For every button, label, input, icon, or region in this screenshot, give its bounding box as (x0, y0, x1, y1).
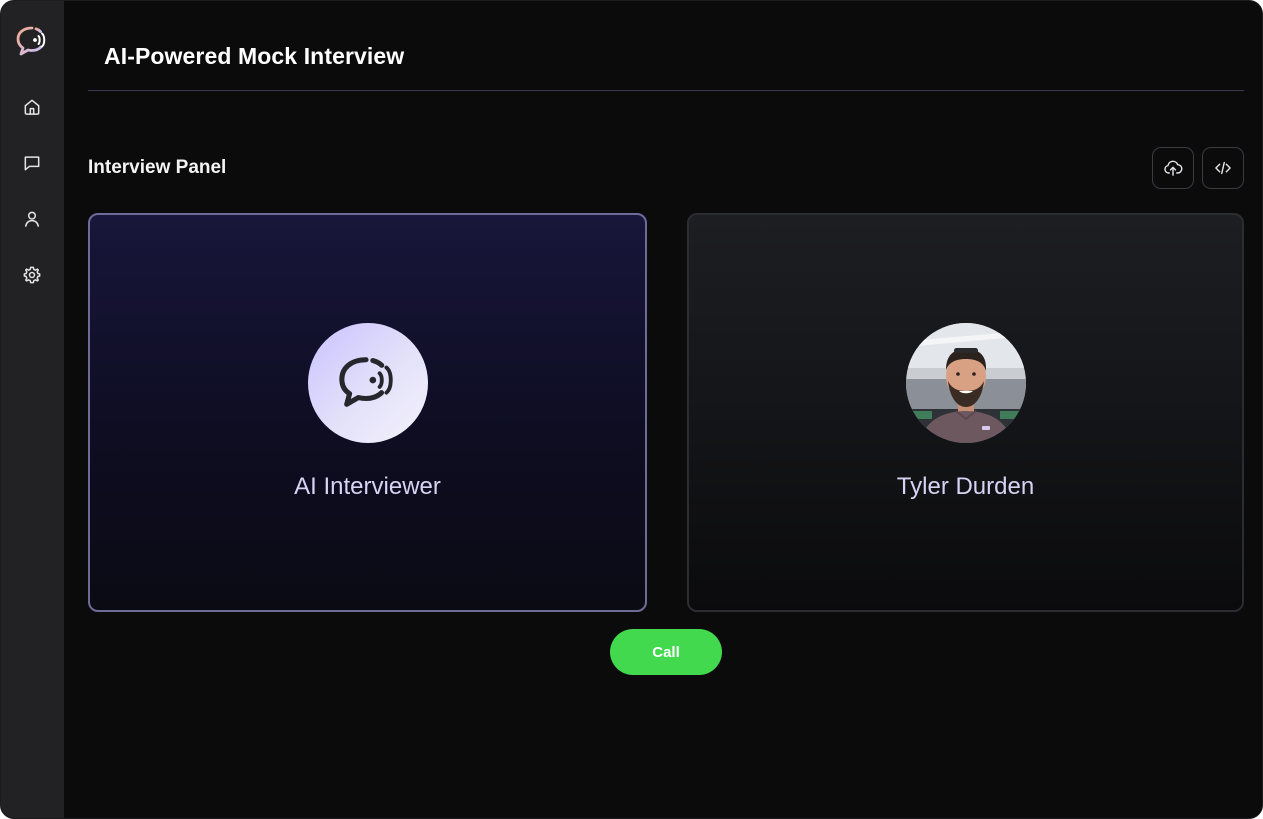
call-button[interactable]: Call (610, 629, 722, 675)
candidate-name: Tyler Durden (896, 473, 1035, 500)
user-icon (25, 211, 39, 227)
code-icon (1215, 161, 1231, 175)
page-title: AI-Powered Mock Interview (104, 43, 405, 69)
candidate-card[interactable]: Tyler Durden (687, 213, 1244, 612)
upload-button[interactable] (1152, 147, 1194, 189)
ai-interviewer-name: AI Interviewer (294, 473, 441, 500)
gear-icon (23, 266, 41, 284)
code-button[interactable] (1202, 147, 1244, 189)
cloud-upload-icon (1164, 160, 1183, 176)
chat-voice-icon (338, 357, 393, 407)
home-icon (24, 99, 40, 115)
sidebar (1, 1, 64, 818)
message-square-icon (24, 156, 40, 171)
sidebar-item-profile[interactable] (17, 204, 47, 234)
header-divider (88, 90, 1244, 91)
user-photo-avatar (905, 323, 1026, 443)
sidebar-item-chat[interactable] (17, 148, 47, 178)
app-window: AI-Powered Mock Interview Interview Pane… (0, 0, 1263, 819)
panel-title: Interview Panel (88, 157, 227, 178)
ai-interviewer-card[interactable]: AI Interviewer (88, 213, 647, 612)
sidebar-item-settings[interactable] (17, 260, 47, 290)
chat-voice-logo-icon[interactable] (15, 25, 49, 57)
sidebar-item-home[interactable] (17, 92, 47, 122)
user-photo (905, 323, 1026, 443)
ai-avatar (307, 323, 428, 443)
